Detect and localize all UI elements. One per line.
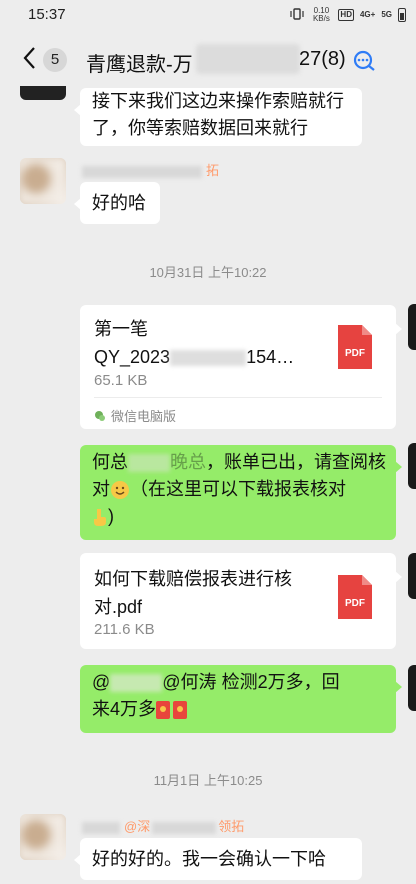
avatar[interactable]	[20, 814, 66, 860]
message-text: 何总 晚总，账单已出，请查阅核	[92, 452, 386, 473]
self-avatar[interactable]	[408, 443, 416, 489]
chat-title[interactable]: 青鹰退款-万	[86, 48, 193, 77]
sender-name: 拓	[82, 160, 219, 179]
divider	[94, 397, 382, 398]
avatar-partial	[20, 86, 66, 100]
hd-badge: HD	[338, 9, 354, 21]
back-icon[interactable]	[22, 46, 36, 70]
file-name: 第一笔 QY_2023 154…	[94, 319, 295, 367]
file-source: 微信电脑版	[94, 406, 176, 425]
unread-count-badge[interactable]: 5	[43, 48, 67, 72]
svg-text:PDF: PDF	[345, 598, 365, 609]
message-text: 好的哈	[92, 193, 146, 213]
status-bar: 15:37 0.10 KB/s HD 4G+ 5G	[0, 0, 416, 30]
message-text: )	[92, 503, 384, 530]
battery-icon	[398, 8, 406, 22]
self-avatar[interactable]	[408, 553, 416, 599]
message-text: 了，你等索赔数据回来就行	[92, 118, 308, 138]
redacted-title	[196, 44, 300, 74]
avatar[interactable]	[20, 158, 66, 204]
smile-emoji-icon	[111, 481, 129, 500]
message-bubble[interactable]: 何总 晚总，账单已出，请查阅核 对（在这里可以下载报表核对 )	[80, 445, 402, 540]
message-bubble[interactable]: 好的哈	[74, 182, 160, 224]
pdf-file-icon: PDF	[338, 575, 372, 619]
status-icons: 0.10 KB/s HD 4G+ 5G	[290, 7, 406, 23]
chat-header: 5 青鹰退款-万 27(8)	[0, 30, 416, 86]
self-avatar[interactable]	[408, 304, 416, 350]
vibrate-icon	[290, 8, 305, 22]
timestamp: 10月31日 上午10:22	[149, 265, 267, 280]
message-text: @ @何涛 检测2万多，回	[92, 672, 340, 693]
file-message-card[interactable]: 第一笔 QY_2023 154… 65.1 KB PDF 微信电脑版	[80, 305, 402, 429]
file-message-card[interactable]: 如何下载赔偿报表进行核 对.pdf 211.6 KB PDF	[80, 553, 402, 649]
svg-text:PDF: PDF	[345, 348, 365, 359]
message-bubble[interactable]: @ @何涛 检测2万多，回 来4万多	[80, 665, 402, 733]
net-speed: 0.10 KB/s	[312, 6, 330, 23]
file-size: 211.6 KB	[94, 621, 155, 638]
wechat-icon	[95, 410, 105, 421]
message-text: 来4万多	[92, 696, 384, 723]
timestamp: 11月1日 上午10:25	[153, 773, 263, 788]
signal-5g: 5G	[381, 10, 392, 19]
signal-4g-plus: 4G+	[359, 10, 376, 19]
status-time: 15:37	[28, 6, 66, 23]
file-size: 65.1 KB	[94, 372, 148, 389]
pdf-file-icon: PDF	[338, 325, 372, 369]
sender-name: @深 领拓	[82, 816, 244, 835]
red-packet-emoji-icon	[156, 701, 171, 720]
red-packet-emoji-icon	[173, 701, 188, 720]
file-name: 如何下载赔偿报表进行核 对.pdf	[94, 569, 292, 617]
chat-title-suffix[interactable]: 27(8)	[299, 48, 346, 71]
message-bubble[interactable]: 好的好的。我一会确认一下哈	[74, 838, 362, 880]
point-down-emoji-icon	[94, 509, 106, 527]
self-avatar[interactable]	[408, 665, 416, 711]
message-text: 对（在这里可以下载报表核对	[92, 479, 346, 500]
message-bubble[interactable]: 接下来我们这边来操作索赔就行 了，你等索赔数据回来就行	[74, 88, 362, 146]
chat-search-icon[interactable]	[352, 50, 376, 72]
message-text: 好的好的。我一会确认一下哈	[92, 849, 326, 869]
message-text: 接下来我们这边来操作索赔就行	[92, 91, 344, 111]
